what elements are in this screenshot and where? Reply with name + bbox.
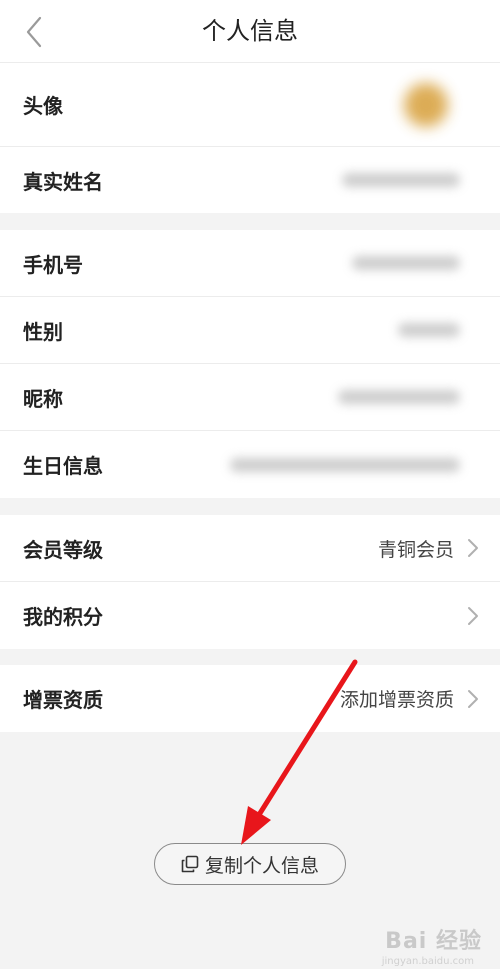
profile-group-membership: 会员等级 青铜会员 我的积分 [0, 515, 500, 649]
profile-group-invoice: 增票资质 添加增票资质 [0, 665, 500, 732]
copy-personal-info-button[interactable]: 复制个人信息 [154, 843, 346, 885]
blurred-value [352, 256, 460, 270]
row-gender[interactable]: 性别 [0, 297, 500, 364]
row-label: 真实姓名 [23, 169, 103, 194]
blurred-value [342, 173, 460, 187]
avatar [404, 82, 448, 127]
baidu-watermark: Bai 经验 [385, 929, 482, 954]
profile-group-details: 手机号 性别 昵称 生日信息 [0, 230, 500, 498]
row-label: 手机号 [23, 252, 83, 277]
row-real-name[interactable]: 真实姓名 [0, 147, 500, 213]
row-label: 昵称 [23, 386, 63, 411]
baidu-watermark-url: jingyan.baidu.com [381, 956, 474, 967]
row-avatar[interactable]: 头像 [0, 63, 500, 147]
profile-group-basic: 头像 真实姓名 [0, 63, 500, 213]
row-label: 头像 [23, 94, 63, 118]
row-label: 会员等级 [23, 537, 103, 562]
row-birthday[interactable]: 生日信息 [0, 431, 500, 498]
row-label: 我的积分 [23, 605, 103, 629]
top-nav-bar: 个人信息 [0, 0, 500, 63]
row-nickname[interactable]: 昵称 [0, 364, 500, 431]
row-my-points[interactable]: 我的积分 [0, 582, 500, 649]
page-title: 个人信息 [202, 17, 298, 45]
member-level-value: 青铜会员 [377, 538, 454, 561]
row-vat-invoice[interactable]: 增票资质 添加增票资质 [0, 665, 500, 732]
row-label: 增票资质 [23, 688, 103, 712]
blurred-value [230, 457, 460, 472]
vat-invoice-value: 添加增票资质 [339, 689, 454, 711]
row-phone[interactable]: 手机号 [0, 230, 500, 297]
chevron-right-icon [468, 539, 478, 557]
row-label: 性别 [23, 319, 63, 344]
blurred-value [338, 390, 460, 404]
row-member-level[interactable]: 会员等级 青铜会员 [0, 515, 500, 582]
blurred-value [398, 323, 460, 337]
row-label: 生日信息 [23, 454, 103, 478]
chevron-right-icon [468, 606, 478, 625]
chevron-right-icon [468, 689, 478, 708]
copy-icon [181, 855, 199, 873]
copy-button-label: 复制个人信息 [204, 854, 319, 877]
